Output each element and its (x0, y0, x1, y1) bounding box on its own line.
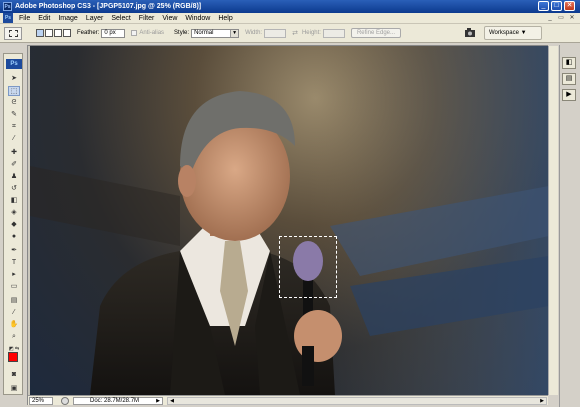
type-tool-icon[interactable]: T (8, 258, 20, 268)
doc-close-icon[interactable]: ✕ (568, 15, 576, 22)
marquee-tool-icon[interactable]: ⬚ (8, 86, 20, 96)
photo-image (30, 46, 549, 395)
feather-label: Feather: (77, 30, 100, 36)
scroll-right-icon[interactable]: ▶ (538, 397, 546, 405)
lasso-tool-icon[interactable]: ᘓ (8, 98, 20, 108)
antialias-label: Anti-alias (139, 30, 165, 36)
doc-info[interactable]: Doc: 28.7M/28.7M ▶ (73, 396, 163, 405)
quick-select-tool-icon[interactable]: ✎ (8, 110, 20, 120)
style-select[interactable]: Normal ▼ (191, 28, 240, 38)
tool-preset-picker[interactable] (4, 26, 22, 40)
chevron-down-icon: ▼ (230, 29, 239, 37)
bridge-status-icon[interactable] (61, 396, 69, 405)
ps-logo-icon: Ps (3, 13, 13, 23)
horizontal-scrollbar[interactable]: ◀ ▶ (167, 396, 547, 405)
width-input[interactable] (264, 28, 287, 38)
menu-file[interactable]: File (15, 15, 34, 22)
new-selection-icon[interactable] (36, 29, 44, 37)
history-panel-icon[interactable]: ▤ (562, 73, 576, 85)
menu-image[interactable]: Image (54, 15, 81, 22)
minimize-button[interactable]: _ (538, 1, 549, 11)
height-input[interactable] (322, 28, 345, 38)
app-icon: Ps (3, 2, 12, 11)
status-bar: 25% Doc: 28.7M/28.7M ▶ ◀ ▶ (28, 395, 548, 405)
quick-mask-icon[interactable]: ◙ (8, 370, 20, 380)
foreground-color-swatch[interactable] (8, 352, 18, 362)
history-brush-tool-icon[interactable]: ↺ (8, 184, 20, 194)
subtract-selection-icon[interactable] (54, 29, 62, 37)
eyedropper2-tool-icon[interactable]: ⁄ (8, 308, 20, 318)
screen-mode-icon[interactable]: ▣ (8, 384, 20, 394)
notes-tool-icon[interactable]: ▤ (8, 296, 20, 306)
refine-edge-button[interactable]: Refine Edge... (350, 28, 401, 38)
doc-minimize-icon[interactable]: _ (546, 15, 554, 22)
image-canvas[interactable] (30, 46, 549, 395)
maximize-button[interactable]: □ (551, 1, 562, 11)
width-label: Width: (245, 30, 263, 36)
brush-tool-icon[interactable]: ✐ (8, 160, 20, 170)
status-menu-icon[interactable]: ▶ (156, 398, 160, 404)
selection-marquee (279, 236, 337, 298)
paint-bucket-tool-icon[interactable]: ◈ (8, 208, 20, 218)
rect-marquee-icon (8, 29, 18, 37)
style-value: Normal (194, 29, 214, 36)
doc-info-text: Doc: 28.7M/28.7M (90, 397, 140, 404)
scroll-left-icon[interactable]: ◀ (168, 397, 176, 405)
crop-tool-icon[interactable]: ⌗ (8, 122, 20, 132)
shape-tool-icon[interactable]: ▭ (8, 282, 20, 292)
actions-panel-icon[interactable]: ▶ (562, 89, 576, 101)
selection-modes (36, 29, 71, 37)
healing-brush-tool-icon[interactable]: ✚ (8, 148, 20, 158)
toolbox-logo: Ps (6, 59, 22, 69)
close-button[interactable]: ✕ (564, 1, 575, 11)
antialias-checkbox[interactable] (131, 30, 138, 36)
menu-help[interactable]: Help (214, 15, 236, 22)
workspace-button[interactable]: Workspace ▼ (484, 26, 542, 40)
doc-restore-icon[interactable]: ▭ (557, 15, 565, 22)
blur-tool-icon[interactable]: ◆ (8, 220, 20, 230)
menu-edit[interactable]: Edit (34, 15, 54, 22)
add-selection-icon[interactable] (45, 29, 53, 37)
window-title: Adobe Photoshop CS3 - [JPGP5107.jpg @ 25… (15, 3, 202, 10)
title-bar: Ps Adobe Photoshop CS3 - [JPGP5107.jpg @… (0, 0, 580, 13)
toolbox: Ps ➤ ⬚ ᘓ ✎ ⌗ ⁄ ✚ ✐ ♟ ↺ ◧ ◈ ◆ ● ✒ T ▸ ▭ ▤… (3, 53, 23, 395)
path-select-tool-icon[interactable]: ▸ (8, 270, 20, 280)
menu-bar: Ps File Edit Image Layer Select Filter V… (0, 13, 580, 24)
vertical-scrollbar[interactable] (548, 46, 558, 395)
intersect-selection-icon[interactable] (63, 29, 71, 37)
eraser-tool-icon[interactable]: ◧ (8, 196, 20, 206)
dodge-tool-icon[interactable]: ● (8, 232, 20, 242)
zoom-input[interactable]: 25% (29, 396, 53, 405)
menu-view[interactable]: View (158, 15, 181, 22)
clone-stamp-tool-icon[interactable]: ♟ (8, 172, 20, 182)
navigator-panel-icon[interactable]: ◧ (562, 57, 576, 69)
move-tool-icon[interactable]: ➤ (8, 74, 20, 84)
zoom-tool-icon[interactable]: ⌕ (8, 332, 20, 342)
eyedropper-tool-icon[interactable]: ⁄ (8, 134, 20, 144)
bridge-icon[interactable] (464, 28, 478, 38)
hand-tool-icon[interactable]: ✋ (8, 320, 20, 330)
panel-dock: ◧ ▤ ▶ (559, 45, 577, 407)
menu-window[interactable]: Window (181, 15, 214, 22)
feather-input[interactable]: 0 px (101, 28, 126, 38)
pen-tool-icon[interactable]: ✒ (8, 246, 20, 256)
menu-select[interactable]: Select (107, 15, 134, 22)
menu-filter[interactable]: Filter (135, 15, 159, 22)
swap-dimensions-icon[interactable]: ⇄ (292, 29, 298, 37)
height-label: Height: (301, 30, 321, 36)
menu-layer[interactable]: Layer (82, 15, 108, 22)
style-label: Style: (174, 30, 190, 36)
